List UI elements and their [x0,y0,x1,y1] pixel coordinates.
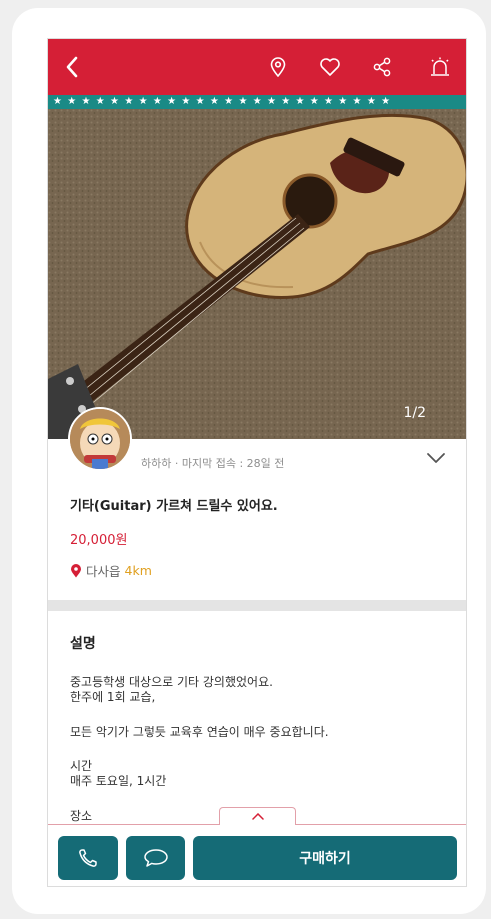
alarm-icon [431,57,449,76]
expand-description-button[interactable] [219,807,296,825]
share-icon [373,57,391,77]
chat-icon [143,849,168,867]
description-line: 한주에 1회 교습, [70,690,156,704]
section-divider [48,600,466,611]
seller-expand-button[interactable] [426,449,446,468]
buy-button[interactable]: 구매하기 [193,836,457,880]
location-name: 다사읍 [86,564,121,579]
heart-icon [320,58,340,76]
description-heading: 설명 [70,636,96,652]
location-pin-icon [71,563,81,577]
favorite-button[interactable] [310,39,350,95]
description-line: 매주 토요일, 1시간 [70,774,167,788]
seller-info: 하하하 · 마지막 접속 : 28일 전 [141,457,285,470]
location-pin-icon [270,57,286,77]
back-icon [66,56,78,78]
listing-title: 기타(Guitar) 가르쳐 드릴수 있어요. [70,499,278,514]
back-button[interactable] [52,39,92,95]
map-button[interactable] [258,39,298,95]
star-decoration-band: ★★★★★★★★★★★★★★★★★★★★★★★★ [48,95,466,109]
avatar[interactable] [68,407,132,471]
chevron-down-icon [427,453,445,463]
product-photo[interactable]: 1/2 [48,109,466,439]
description-line: 중고등학생 대상으로 기타 강의했었어요. [70,675,273,689]
app-screen: ★★★★★★★★★★★★★★★★★★★★★★★★ 1/2 하하하 · 마지막 접… [47,38,467,887]
top-bar [48,39,466,95]
listing-location: 다사읍 4km [70,561,152,580]
phone-icon [79,849,97,867]
call-button[interactable] [58,836,118,880]
description-line: 시간 [70,759,93,773]
report-button[interactable] [420,39,460,95]
guitar-image [48,109,466,439]
description-line: 모든 악기가 그렇듯 교육후 연습이 매우 중요합니다. [70,725,329,739]
share-button[interactable] [362,39,402,95]
bottom-action-bar: 구매하기 [48,825,466,886]
distance: 4km [124,563,152,578]
listing-price: 20,000원 [70,533,128,548]
chevron-up-icon [251,813,264,820]
description-line: 장소 [70,809,93,823]
avatar-image [70,409,130,469]
chat-button[interactable] [126,836,185,880]
image-counter: 1/2 [403,405,426,421]
